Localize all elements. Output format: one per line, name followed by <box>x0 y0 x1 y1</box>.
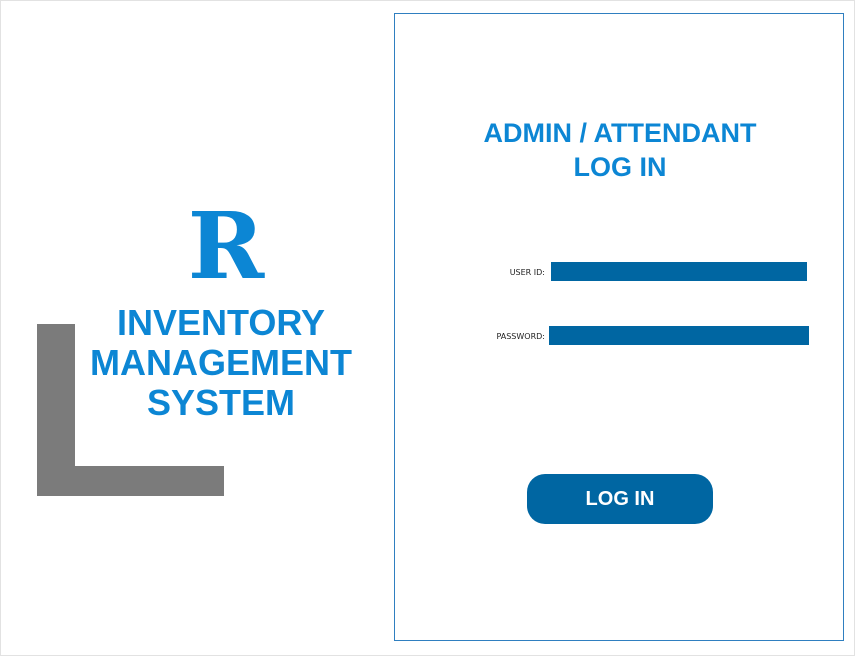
login-title-line-1: ADMIN / ATTENDANT <box>483 118 757 148</box>
bracket-horizontal-bar <box>37 466 224 496</box>
app-title: INVENTORY MANAGEMENT SYSTEM <box>61 303 381 423</box>
login-title: ADMIN / ATTENDANT LOG IN <box>395 116 845 184</box>
app-title-line-3: SYSTEM <box>146 382 296 423</box>
app-title-line-2: MANAGEMENT <box>90 342 352 383</box>
login-title-line-2: LOG IN <box>573 152 667 182</box>
logo-letter-icon: R <box>187 192 265 300</box>
user-id-label: USER ID: <box>509 268 545 277</box>
login-page: R INVENTORY MANAGEMENT SYSTEM ADMIN / AT… <box>0 0 855 656</box>
login-button[interactable]: LOG IN <box>527 474 713 524</box>
password-label: PASSWORD: <box>496 332 545 341</box>
user-id-input[interactable] <box>551 262 807 281</box>
login-panel: ADMIN / ATTENDANT LOG IN USER ID: PASSWO… <box>394 13 844 641</box>
password-input[interactable] <box>549 326 809 345</box>
app-title-line-1: INVENTORY <box>116 302 326 343</box>
